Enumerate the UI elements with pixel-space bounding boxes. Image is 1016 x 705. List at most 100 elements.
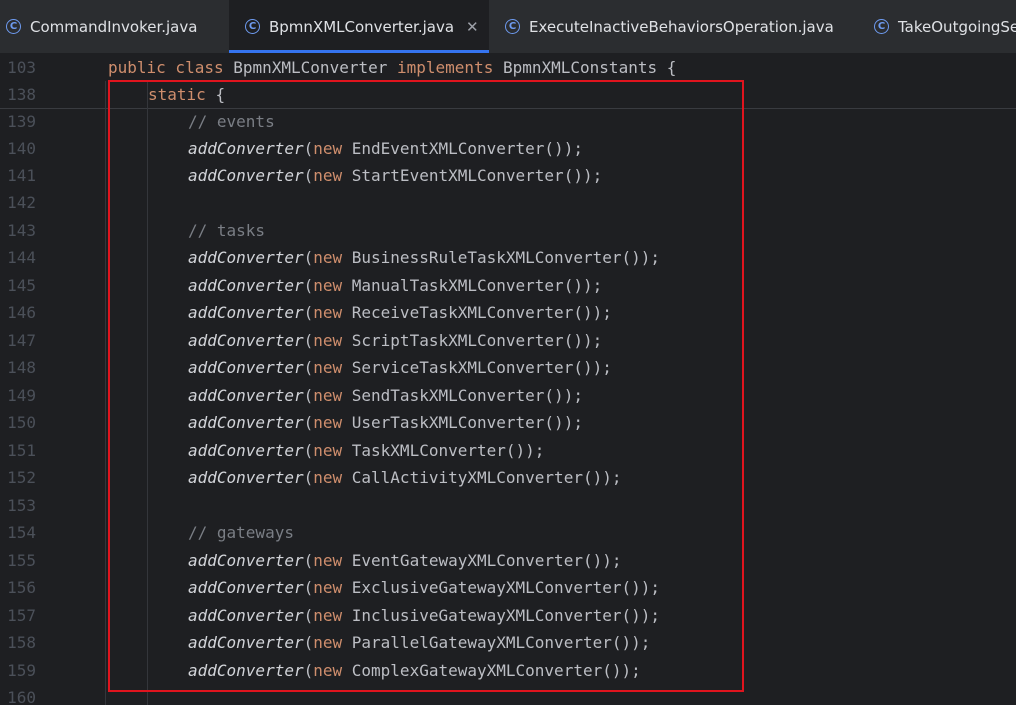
code-line[interactable]: 157 addConverter(new InclusiveGatewayXMLC… bbox=[0, 602, 1016, 629]
code-text: // events bbox=[188, 108, 275, 135]
code-token: ComplexGatewayXMLConverter()); bbox=[351, 661, 641, 680]
tab-take-outgoing[interactable]: C TakeOutgoingSe bbox=[874, 0, 1016, 53]
code-token: CallActivityXMLConverter()); bbox=[351, 468, 622, 487]
code-token: ( bbox=[303, 276, 314, 295]
line-number[interactable]: 147 bbox=[0, 327, 36, 354]
code-line[interactable]: 151 addConverter(new TaskXMLConverter()); bbox=[0, 437, 1016, 464]
code-line[interactable]: 156 addConverter(new ExclusiveGatewayXMLC… bbox=[0, 574, 1016, 601]
tab-label: CommandInvoker.java bbox=[30, 17, 198, 36]
line-number[interactable]: 153 bbox=[0, 492, 36, 519]
code-token: SendTaskXMLConverter()); bbox=[351, 386, 583, 405]
code-token: EventGatewayXMLConverter()); bbox=[351, 551, 622, 570]
code-token: new bbox=[313, 661, 352, 680]
java-class-icon: C bbox=[6, 19, 21, 34]
code-text: addConverter(new SendTaskXMLConverter())… bbox=[188, 382, 583, 409]
code-token: addConverter bbox=[188, 468, 304, 487]
line-number[interactable]: 150 bbox=[0, 409, 36, 436]
code-line[interactable]: 144 addConverter(new BusinessRuleTaskXMLC… bbox=[0, 244, 1016, 271]
code-token: ( bbox=[303, 551, 314, 570]
line-number[interactable]: 158 bbox=[0, 629, 36, 656]
code-token: // events bbox=[188, 112, 275, 131]
line-number[interactable]: 145 bbox=[0, 272, 36, 299]
code-token: addConverter bbox=[188, 386, 304, 405]
code-line[interactable]: 139 // events bbox=[0, 108, 1016, 135]
code-line[interactable]: 143 // tasks bbox=[0, 217, 1016, 244]
tab-execute-inactive-behaviors-operation[interactable]: C ExecuteInactiveBehaviorsOperation.java bbox=[505, 0, 834, 53]
code-token: ParallelGatewayXMLConverter()); bbox=[351, 633, 651, 652]
code-token: InclusiveGatewayXMLConverter()); bbox=[351, 606, 661, 625]
line-number[interactable]: 146 bbox=[0, 299, 36, 326]
tab-command-invoker[interactable]: C CommandInvoker.java bbox=[6, 0, 197, 53]
code-token: addConverter bbox=[188, 578, 304, 597]
code-token: new bbox=[313, 551, 352, 570]
close-icon[interactable]: ✕ bbox=[466, 18, 479, 36]
code-line[interactable]: 159 addConverter(new ComplexGatewayXMLCon… bbox=[0, 657, 1016, 684]
line-number[interactable]: 149 bbox=[0, 382, 36, 409]
code-line[interactable]: 145 addConverter(new ManualTaskXMLConvert… bbox=[0, 272, 1016, 299]
code-token: addConverter bbox=[188, 661, 304, 680]
code-line[interactable]: 103 public class BpmnXMLConverter impleme… bbox=[0, 54, 1016, 81]
code-line[interactable]: 146 addConverter(new ReceiveTaskXMLConver… bbox=[0, 299, 1016, 326]
code-line[interactable]: 160 bbox=[0, 684, 1016, 705]
code-text: public class BpmnXMLConverter implements… bbox=[108, 54, 676, 81]
tab-label: BpmnXMLConverter.java bbox=[269, 17, 455, 36]
line-number[interactable]: 159 bbox=[0, 657, 36, 684]
line-number[interactable]: 156 bbox=[0, 574, 36, 601]
line-number[interactable]: 140 bbox=[0, 135, 36, 162]
line-number[interactable]: 154 bbox=[0, 519, 36, 546]
line-number[interactable]: 143 bbox=[0, 217, 36, 244]
code-text: // gateways bbox=[188, 519, 294, 546]
code-token: ( bbox=[303, 166, 314, 185]
line-number[interactable]: 144 bbox=[0, 244, 36, 271]
line-number[interactable]: 139 bbox=[0, 108, 36, 135]
code-token: ( bbox=[303, 358, 314, 377]
code-line[interactable]: 158 addConverter(new ParallelGatewayXMLCo… bbox=[0, 629, 1016, 656]
code-token: new bbox=[313, 633, 352, 652]
code-line[interactable]: 148 addConverter(new ServiceTaskXMLConver… bbox=[0, 354, 1016, 381]
code-token: new bbox=[313, 331, 352, 350]
line-number[interactable]: 157 bbox=[0, 602, 36, 629]
line-number[interactable]: 160 bbox=[0, 684, 36, 705]
code-token: ( bbox=[303, 578, 314, 597]
line-number[interactable]: 152 bbox=[0, 464, 36, 491]
editor-tab-bar: C CommandInvoker.java C BpmnXMLConverter… bbox=[0, 0, 1016, 54]
code-line[interactable]: 138 static { bbox=[0, 81, 1016, 108]
code-line[interactable]: 142 bbox=[0, 189, 1016, 216]
code-token: public class bbox=[108, 58, 234, 77]
code-token: ( bbox=[303, 331, 314, 350]
code-token: ( bbox=[303, 441, 314, 460]
code-token: new bbox=[313, 606, 352, 625]
code-token: new bbox=[313, 166, 352, 185]
code-token: addConverter bbox=[188, 331, 304, 350]
code-text: addConverter(new ParallelGatewayXMLConve… bbox=[188, 629, 650, 656]
code-text: static { bbox=[148, 81, 225, 108]
code-line[interactable]: 150 addConverter(new UserTaskXMLConverter… bbox=[0, 409, 1016, 436]
line-number[interactable]: 142 bbox=[0, 189, 36, 216]
code-line[interactable]: 154 // gateways bbox=[0, 519, 1016, 546]
line-number[interactable]: 155 bbox=[0, 547, 36, 574]
code-token: UserTaskXMLConverter()); bbox=[351, 413, 583, 432]
line-number[interactable]: 138 bbox=[0, 81, 36, 108]
line-number[interactable]: 141 bbox=[0, 162, 36, 189]
code-token: ExclusiveGatewayXMLConverter()); bbox=[351, 578, 661, 597]
code-editor[interactable]: 103 public class BpmnXMLConverter impleme… bbox=[0, 54, 1016, 705]
code-line[interactable]: 152 addConverter(new CallActivityXMLConve… bbox=[0, 464, 1016, 491]
line-number[interactable]: 148 bbox=[0, 354, 36, 381]
code-line[interactable]: 140 addConverter(new EndEventXMLConverter… bbox=[0, 135, 1016, 162]
code-line[interactable]: 141 addConverter(new StartEventXMLConvert… bbox=[0, 162, 1016, 189]
code-token: addConverter bbox=[188, 303, 304, 322]
code-text: addConverter(new ReceiveTaskXMLConverter… bbox=[188, 299, 612, 326]
code-line[interactable]: 149 addConverter(new SendTaskXMLConverter… bbox=[0, 382, 1016, 409]
line-number[interactable]: 103 bbox=[0, 54, 36, 81]
code-line[interactable]: 155 addConverter(new EventGatewayXMLConve… bbox=[0, 547, 1016, 574]
line-number[interactable]: 151 bbox=[0, 437, 36, 464]
tab-bpmn-xml-converter[interactable]: C BpmnXMLConverter.java ✕ bbox=[229, 0, 489, 53]
code-line[interactable]: 147 addConverter(new ScriptTaskXMLConvert… bbox=[0, 327, 1016, 354]
code-token: ( bbox=[303, 661, 314, 680]
code-token: ScriptTaskXMLConverter()); bbox=[351, 331, 603, 350]
code-token: new bbox=[313, 468, 352, 487]
code-token: BusinessRuleTaskXMLConverter()); bbox=[351, 248, 661, 267]
code-line[interactable]: 153 bbox=[0, 492, 1016, 519]
code-token: implements bbox=[397, 58, 503, 77]
code-text: addConverter(new EventGatewayXMLConverte… bbox=[188, 547, 621, 574]
